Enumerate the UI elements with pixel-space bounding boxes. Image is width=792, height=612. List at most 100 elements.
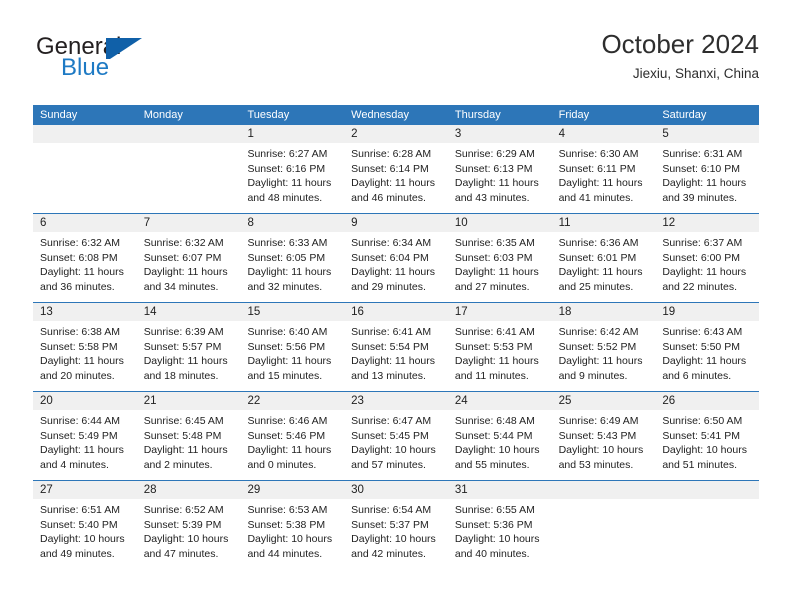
day-cell[interactable]: 6 Sunrise: 6:32 AM Sunset: 6:08 PM Dayli… xyxy=(33,214,137,302)
day-details: Sunrise: 6:32 AM Sunset: 6:07 PM Dayligh… xyxy=(137,232,241,294)
daylight-text-line1: Daylight: 11 hours xyxy=(454,266,539,279)
calendar-page: General Blue October 2024 Jiexiu, Shanxi… xyxy=(0,0,792,612)
daylight-text-line1: Daylight: 11 hours xyxy=(662,177,747,190)
sunset-text: Sunset: 5:46 PM xyxy=(247,429,326,442)
day-number: 29 xyxy=(240,481,345,499)
weekday-header-tuesday: Tuesday xyxy=(247,109,290,121)
day-cell[interactable]: 8 Sunrise: 6:33 AM Sunset: 6:05 PM Dayli… xyxy=(240,214,345,302)
sunset-text: Sunset: 5:58 PM xyxy=(40,340,118,353)
day-cell[interactable]: 1 Sunrise: 6:27 AM Sunset: 6:16 PM Dayli… xyxy=(240,125,345,213)
day-number: 2 xyxy=(344,125,448,143)
day-cell[interactable]: 3 Sunrise: 6:29 AM Sunset: 6:13 PM Dayli… xyxy=(447,125,552,213)
day-details: Sunrise: 6:31 AM Sunset: 6:10 PM Dayligh… xyxy=(655,143,759,205)
sunrise-text: Sunrise: 6:55 AM xyxy=(454,504,535,516)
day-cell[interactable]: 12 Sunrise: 6:37 AM Sunset: 6:00 PM Dayl… xyxy=(655,214,760,302)
day-details: Sunrise: 6:48 AM Sunset: 5:44 PM Dayligh… xyxy=(448,410,552,472)
daylight-text-line2: and 25 minutes. xyxy=(558,280,634,293)
daylight-text-line2: and 41 minutes. xyxy=(558,191,634,204)
sunrise-text: Sunrise: 6:47 AM xyxy=(351,415,432,427)
daylight-text-line1: Daylight: 11 hours xyxy=(143,355,228,368)
day-cell[interactable]: 5 Sunrise: 6:31 AM Sunset: 6:10 PM Dayli… xyxy=(655,125,760,213)
week-row: 6 Sunrise: 6:32 AM Sunset: 6:08 PM Dayli… xyxy=(33,213,760,302)
day-number: 5 xyxy=(655,125,760,143)
day-number xyxy=(33,125,137,143)
day-cell[interactable]: 28 Sunrise: 6:52 AM Sunset: 5:39 PM Dayl… xyxy=(136,481,241,569)
day-cell[interactable]: 20 Sunrise: 6:44 AM Sunset: 5:49 PM Dayl… xyxy=(33,392,137,480)
sunrise-text: Sunrise: 6:32 AM xyxy=(40,237,120,249)
daylight-text-line2: and 29 minutes. xyxy=(351,280,426,293)
day-cell[interactable]: 13 Sunrise: 6:38 AM Sunset: 5:58 PM Dayl… xyxy=(33,303,137,391)
sunrise-text: Sunrise: 6:52 AM xyxy=(143,504,224,516)
daylight-text-line1: Daylight: 10 hours xyxy=(351,444,436,457)
daylight-text-line1: Daylight: 10 hours xyxy=(40,533,125,546)
day-details: Sunrise: 6:52 AM Sunset: 5:39 PM Dayligh… xyxy=(137,499,241,561)
daylight-text-line2: and 49 minutes. xyxy=(40,547,115,560)
sunset-text: Sunset: 5:54 PM xyxy=(351,340,429,353)
general-blue-logo[interactable]: General Blue xyxy=(33,34,223,94)
day-number: 4 xyxy=(551,125,656,143)
day-details: Sunrise: 6:32 AM Sunset: 6:08 PM Dayligh… xyxy=(33,232,137,294)
daylight-text-line2: and 20 minutes. xyxy=(40,369,115,382)
day-number: 1 xyxy=(240,125,345,143)
day-number: 10 xyxy=(447,214,552,232)
logo-text-blue: Blue xyxy=(61,54,110,81)
daylight-text-line2: and 48 minutes. xyxy=(247,191,323,204)
day-cell[interactable]: 21 Sunrise: 6:45 AM Sunset: 5:48 PM Dayl… xyxy=(136,392,241,480)
day-number: 20 xyxy=(33,392,137,410)
day-cell[interactable]: 30 Sunrise: 6:54 AM Sunset: 5:37 PM Dayl… xyxy=(344,481,448,569)
sunrise-text: Sunrise: 6:38 AM xyxy=(40,326,120,338)
day-cell[interactable]: 18 Sunrise: 6:42 AM Sunset: 5:52 PM Dayl… xyxy=(551,303,656,391)
sunset-text: Sunset: 5:40 PM xyxy=(40,518,118,531)
day-cell[interactable]: 2 Sunrise: 6:28 AM Sunset: 6:14 PM Dayli… xyxy=(344,125,448,213)
daylight-text-line2: and 13 minutes. xyxy=(351,369,426,382)
day-cell[interactable]: 23 Sunrise: 6:47 AM Sunset: 5:45 PM Dayl… xyxy=(344,392,448,480)
sunrise-text: Sunrise: 6:36 AM xyxy=(558,237,639,249)
day-cell[interactable] xyxy=(551,481,656,569)
sunset-text: Sunset: 6:14 PM xyxy=(351,162,429,175)
day-number: 8 xyxy=(240,214,345,232)
day-cell[interactable]: 14 Sunrise: 6:39 AM Sunset: 5:57 PM Dayl… xyxy=(136,303,241,391)
day-details: Sunrise: 6:41 AM Sunset: 5:54 PM Dayligh… xyxy=(344,321,448,383)
daylight-text-line2: and 40 minutes. xyxy=(454,547,530,560)
day-cell[interactable]: 26 Sunrise: 6:50 AM Sunset: 5:41 PM Dayl… xyxy=(655,392,760,480)
day-cell[interactable]: 4 Sunrise: 6:30 AM Sunset: 6:11 PM Dayli… xyxy=(551,125,656,213)
daylight-text-line2: and 39 minutes. xyxy=(662,191,738,204)
sunset-text: Sunset: 6:16 PM xyxy=(247,162,326,175)
day-cell[interactable]: 16 Sunrise: 6:41 AM Sunset: 5:54 PM Dayl… xyxy=(344,303,448,391)
sunset-text: Sunset: 6:08 PM xyxy=(40,251,118,264)
day-details: Sunrise: 6:36 AM Sunset: 6:01 PM Dayligh… xyxy=(552,232,656,294)
day-number: 12 xyxy=(655,214,760,232)
day-number: 30 xyxy=(344,481,448,499)
day-cell[interactable]: 10 Sunrise: 6:35 AM Sunset: 6:03 PM Dayl… xyxy=(447,214,552,302)
sunrise-text: Sunrise: 6:33 AM xyxy=(247,237,328,249)
day-cell[interactable]: 19 Sunrise: 6:43 AM Sunset: 5:50 PM Dayl… xyxy=(655,303,760,391)
sunrise-text: Sunrise: 6:39 AM xyxy=(143,326,224,338)
sunset-text: Sunset: 5:49 PM xyxy=(40,429,118,442)
day-cell[interactable]: 25 Sunrise: 6:49 AM Sunset: 5:43 PM Dayl… xyxy=(551,392,656,480)
day-number: 25 xyxy=(551,392,656,410)
day-details: Sunrise: 6:38 AM Sunset: 5:58 PM Dayligh… xyxy=(33,321,137,383)
day-cell[interactable]: 9 Sunrise: 6:34 AM Sunset: 6:04 PM Dayli… xyxy=(344,214,448,302)
day-number: 11 xyxy=(551,214,656,232)
daylight-text-line1: Daylight: 11 hours xyxy=(40,266,124,279)
day-cell[interactable] xyxy=(655,481,760,569)
day-cell[interactable]: 29 Sunrise: 6:53 AM Sunset: 5:38 PM Dayl… xyxy=(240,481,345,569)
day-cell[interactable]: 15 Sunrise: 6:40 AM Sunset: 5:56 PM Dayl… xyxy=(240,303,345,391)
sunrise-text: Sunrise: 6:50 AM xyxy=(662,415,743,427)
day-details xyxy=(655,499,759,503)
day-cell[interactable]: 27 Sunrise: 6:51 AM Sunset: 5:40 PM Dayl… xyxy=(33,481,137,569)
daylight-text-line1: Daylight: 10 hours xyxy=(351,533,436,546)
daylight-text-line1: Daylight: 11 hours xyxy=(351,266,436,279)
day-cell[interactable]: 24 Sunrise: 6:48 AM Sunset: 5:44 PM Dayl… xyxy=(447,392,552,480)
daylight-text-line1: Daylight: 11 hours xyxy=(40,355,124,368)
day-cell[interactable]: 17 Sunrise: 6:41 AM Sunset: 5:53 PM Dayl… xyxy=(447,303,552,391)
day-cell[interactable] xyxy=(136,125,241,213)
day-details: Sunrise: 6:50 AM Sunset: 5:41 PM Dayligh… xyxy=(655,410,759,472)
day-cell[interactable]: 31 Sunrise: 6:55 AM Sunset: 5:36 PM Dayl… xyxy=(447,481,552,569)
daylight-text-line1: Daylight: 10 hours xyxy=(662,444,747,457)
day-cell[interactable]: 11 Sunrise: 6:36 AM Sunset: 6:01 PM Dayl… xyxy=(551,214,656,302)
day-cell[interactable]: 22 Sunrise: 6:46 AM Sunset: 5:46 PM Dayl… xyxy=(240,392,345,480)
day-cell[interactable] xyxy=(33,125,137,213)
daylight-text-line1: Daylight: 11 hours xyxy=(247,355,332,368)
day-cell[interactable]: 7 Sunrise: 6:32 AM Sunset: 6:07 PM Dayli… xyxy=(136,214,241,302)
